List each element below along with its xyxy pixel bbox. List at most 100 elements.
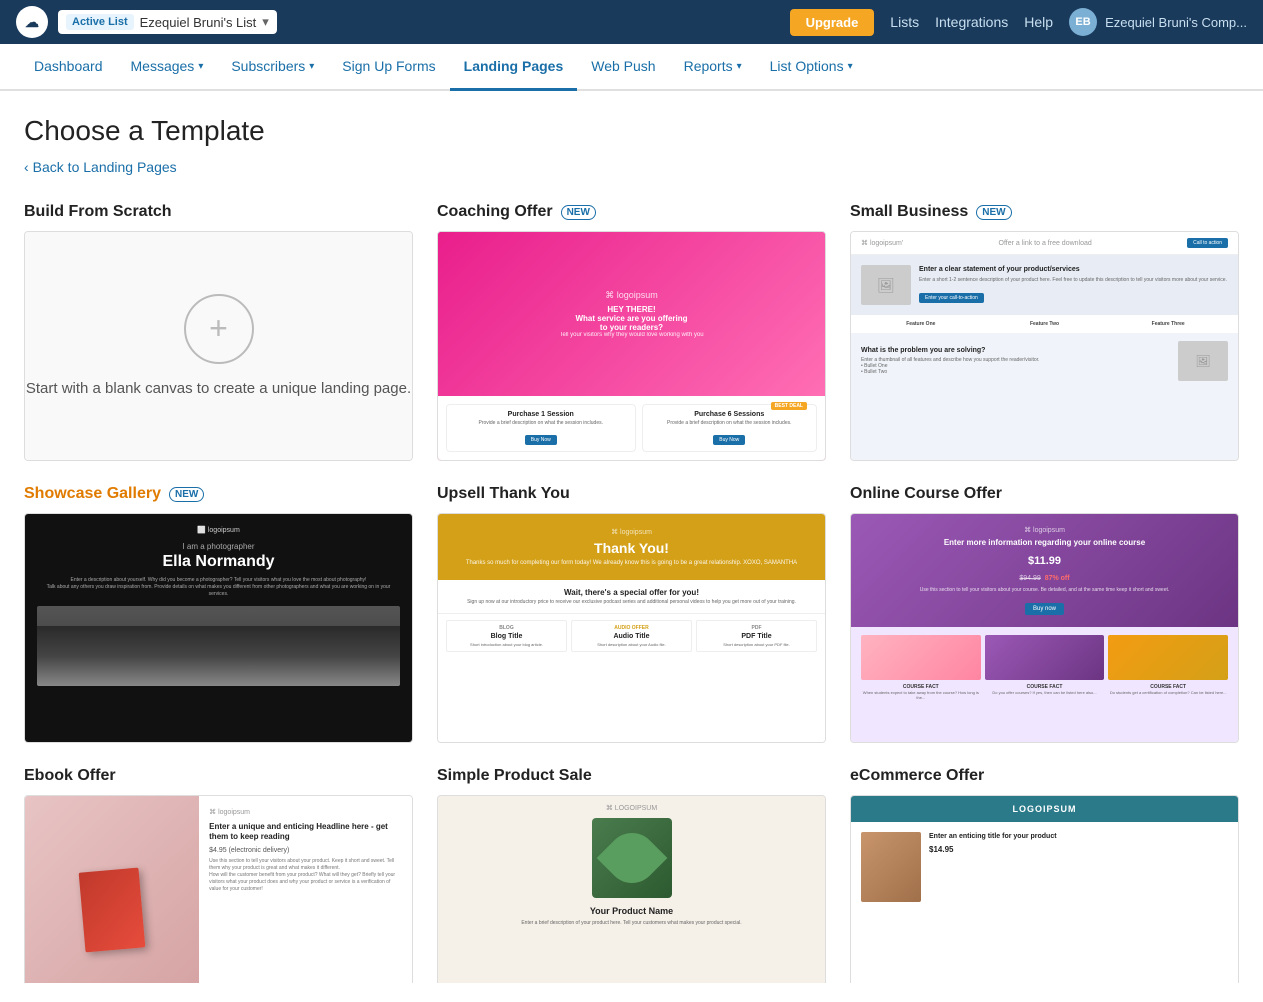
template-coaching-offer: Coaching Offer NEW ⌘ logoipsum HEY THERE… [437, 203, 826, 461]
oco-hero: ⌘ logoipsum Enter more information regar… [851, 514, 1238, 627]
uty-subtitle: Thanks so much for completing our form t… [448, 560, 815, 566]
template-title-eco: eCommerce Offer [850, 767, 1239, 785]
oco-courses: COURSE FACT When students expect to take… [851, 627, 1238, 742]
eco-preview-content: LOGOIPSUM Enter an enticing title for yo… [851, 796, 1238, 983]
sb-cta: Call to action [1187, 238, 1228, 248]
template-preview-sps[interactable]: ⌘ LOGOIPSUM Your Product Name Enter a br… [437, 795, 826, 983]
uty-cards: BLOG Blog Title Short introduction about… [438, 614, 825, 658]
nav-help[interactable]: Help [1024, 14, 1053, 30]
list-selector[interactable]: Active List Ezequiel Bruni's List ▾ [58, 10, 277, 34]
scroll-wrapper: Choose a Template ‹ Back to Landing Page… [0, 91, 1263, 983]
coaching-headline: HEY THERE!What service are you offeringt… [575, 305, 687, 332]
eo-book-image [79, 868, 146, 953]
sg-logo: ⬜ logoipsum [197, 526, 240, 534]
page-title: Choose a Template [24, 115, 1239, 147]
eo-logo: ⌘ logoipsum [209, 808, 402, 816]
template-title-sps: Simple Product Sale [437, 767, 826, 785]
messages-arrow: ▾ [198, 61, 203, 72]
template-small-business: Small Business NEW ⌘ logoipsum' Offer a … [850, 203, 1239, 461]
oco-title: Enter more information regarding your on… [861, 538, 1228, 547]
topbar-right: Upgrade Lists Integrations Help EB Ezequ… [790, 8, 1247, 36]
sg-mountain-image [37, 606, 400, 686]
nav-subscribers[interactable]: Subscribers ▾ [217, 44, 328, 91]
back-link[interactable]: ‹ Back to Landing Pages [24, 159, 177, 175]
sb-feature-3: Feature Three [1108, 321, 1228, 327]
nav-messages[interactable]: Messages ▾ [117, 44, 218, 91]
nav-dashboard[interactable]: Dashboard [20, 44, 117, 91]
oco-course-2: COURSE FACT Do you offer courses? If yes… [985, 635, 1105, 700]
template-preview-oco[interactable]: ⌘ logoipsum Enter more information regar… [850, 513, 1239, 743]
template-ecommerce: eCommerce Offer LOGOIPSUM Enter an entic… [850, 767, 1239, 983]
template-title-ebook: Ebook Offer [24, 767, 413, 785]
oco-course-img-2 [985, 635, 1105, 680]
uty-title: Thank You! [448, 540, 815, 556]
sb-hero-text: Enter a clear statement of your product/… [919, 265, 1228, 305]
topbar-left: ☁ Active List Ezequiel Bruni's List ▾ [16, 6, 277, 38]
uty-preview-content: ⌘ logoipsum Thank You! Thanks so much fo… [438, 514, 825, 742]
sps-product-desc: Enter a brief description of your produc… [511, 920, 751, 926]
oco-course-img-3 [1108, 635, 1228, 680]
logo-symbol: ☁ [25, 14, 39, 31]
sg-name: I am a photographer [182, 542, 254, 551]
sps-logo: ⌘ LOGOIPSUM [606, 804, 657, 812]
sg-title: Ella Normandy [162, 553, 274, 571]
template-showcase-gallery: Showcase Gallery NEW ⬜ logoipsum I am a … [24, 485, 413, 743]
template-preview-eco[interactable]: LOGOIPSUM Enter an enticing title for yo… [850, 795, 1239, 983]
nav-landing-pages[interactable]: Landing Pages [450, 44, 578, 91]
page-content: Choose a Template ‹ Back to Landing Page… [0, 91, 1263, 983]
eco-product-details: Enter an enticing title for your product… [929, 832, 1228, 902]
nav-integrations[interactable]: Integrations [935, 14, 1008, 30]
list-type-badge: Active List [66, 14, 134, 30]
sb-top-text: Offer a link to a free download [999, 240, 1092, 247]
sps-product-image [592, 818, 672, 898]
coaching-card-1: Purchase 1 Session Provide a brief descr… [446, 404, 636, 452]
oco-course-1: COURSE FACT When students expect to take… [861, 635, 981, 700]
upgrade-button[interactable]: Upgrade [790, 9, 875, 36]
template-title-upsell: Upsell Thank You [437, 485, 826, 503]
oco-course-3: COURSE FACT Do students get a certificat… [1108, 635, 1228, 700]
blank-canvas-text: Start with a blank canvas to create a un… [26, 378, 411, 399]
app-logo[interactable]: ☁ [16, 6, 48, 38]
reports-arrow: ▾ [737, 61, 742, 72]
back-link-label: Back to Landing Pages [33, 159, 177, 175]
template-preview-build[interactable]: + Start with a blank canvas to create a … [24, 231, 413, 461]
nav-signup-forms[interactable]: Sign Up Forms [328, 44, 449, 91]
template-preview-sb[interactable]: ⌘ logoipsum' Offer a link to a free down… [850, 231, 1239, 461]
sb-new-badge: NEW [976, 205, 1011, 220]
template-online-course: Online Course Offer ⌘ logoipsum Enter mo… [850, 485, 1239, 743]
template-preview-coaching[interactable]: ⌘ logoipsum HEY THERE!What service are y… [437, 231, 826, 461]
user-menu[interactable]: EB Ezequiel Bruni's Comp... [1069, 8, 1247, 36]
topbar: ☁ Active List Ezequiel Bruni's List ▾ Up… [0, 0, 1263, 44]
eco-logo: LOGOIPSUM [1012, 804, 1076, 814]
eco-product: Enter an enticing title for your product… [851, 822, 1238, 912]
sb-logo: ⌘ logoipsum' [861, 239, 903, 247]
sb-features: Feature One Feature Two Feature Three [851, 315, 1238, 333]
template-preview-sg[interactable]: ⬜ logoipsum I am a photographer Ella Nor… [24, 513, 413, 743]
nav-list-options[interactable]: List Options ▾ [756, 44, 867, 91]
eco-product-price: $14.95 [929, 845, 1228, 854]
topbar-nav: Lists Integrations Help [890, 14, 1053, 30]
template-preview-upsell[interactable]: ⌘ logoipsum Thank You! Thanks so much fo… [437, 513, 826, 743]
template-title-coaching: Coaching Offer NEW [437, 203, 826, 221]
sg-desc: Enter a description about yourself. Why … [37, 577, 400, 598]
nav-web-push[interactable]: Web Push [577, 44, 669, 91]
sg-preview-content: ⬜ logoipsum I am a photographer Ella Nor… [25, 514, 412, 742]
coaching-card-2: Purchase 6 Sessions Provide a brief desc… [642, 404, 818, 452]
template-simple-product: Simple Product Sale ⌘ LOGOIPSUM Your Pro… [437, 767, 826, 983]
user-avatar: EB [1069, 8, 1097, 36]
uty-card-blog: BLOG Blog Title Short introduction about… [446, 620, 567, 652]
coaching-new-badge: NEW [561, 205, 596, 220]
oco-preview-content: ⌘ logoipsum Enter more information regar… [851, 514, 1238, 742]
sb-hero-image: 🖼 [861, 265, 911, 305]
template-preview-ebook[interactable]: ⌘ logoipsum Enter a unique and enticing … [24, 795, 413, 983]
uty-header: ⌘ logoipsum Thank You! Thanks so much fo… [438, 514, 825, 580]
eo-title: Enter a unique and enticing Headline her… [209, 822, 402, 843]
nav-lists[interactable]: Lists [890, 14, 919, 30]
coaching-logo: ⌘ logoipsum [605, 290, 658, 301]
coaching-top: ⌘ logoipsum HEY THERE!What service are y… [438, 232, 825, 396]
user-name: Ezequiel Bruni's Comp... [1105, 15, 1247, 30]
uty-card-audio: AUDIO OFFER Audio Title Short descriptio… [571, 620, 692, 652]
nav-reports[interactable]: Reports ▾ [670, 44, 756, 91]
sps-preview-content: ⌘ LOGOIPSUM Your Product Name Enter a br… [438, 796, 825, 983]
sb-hero: 🖼 Enter a clear statement of your produc… [851, 255, 1238, 315]
